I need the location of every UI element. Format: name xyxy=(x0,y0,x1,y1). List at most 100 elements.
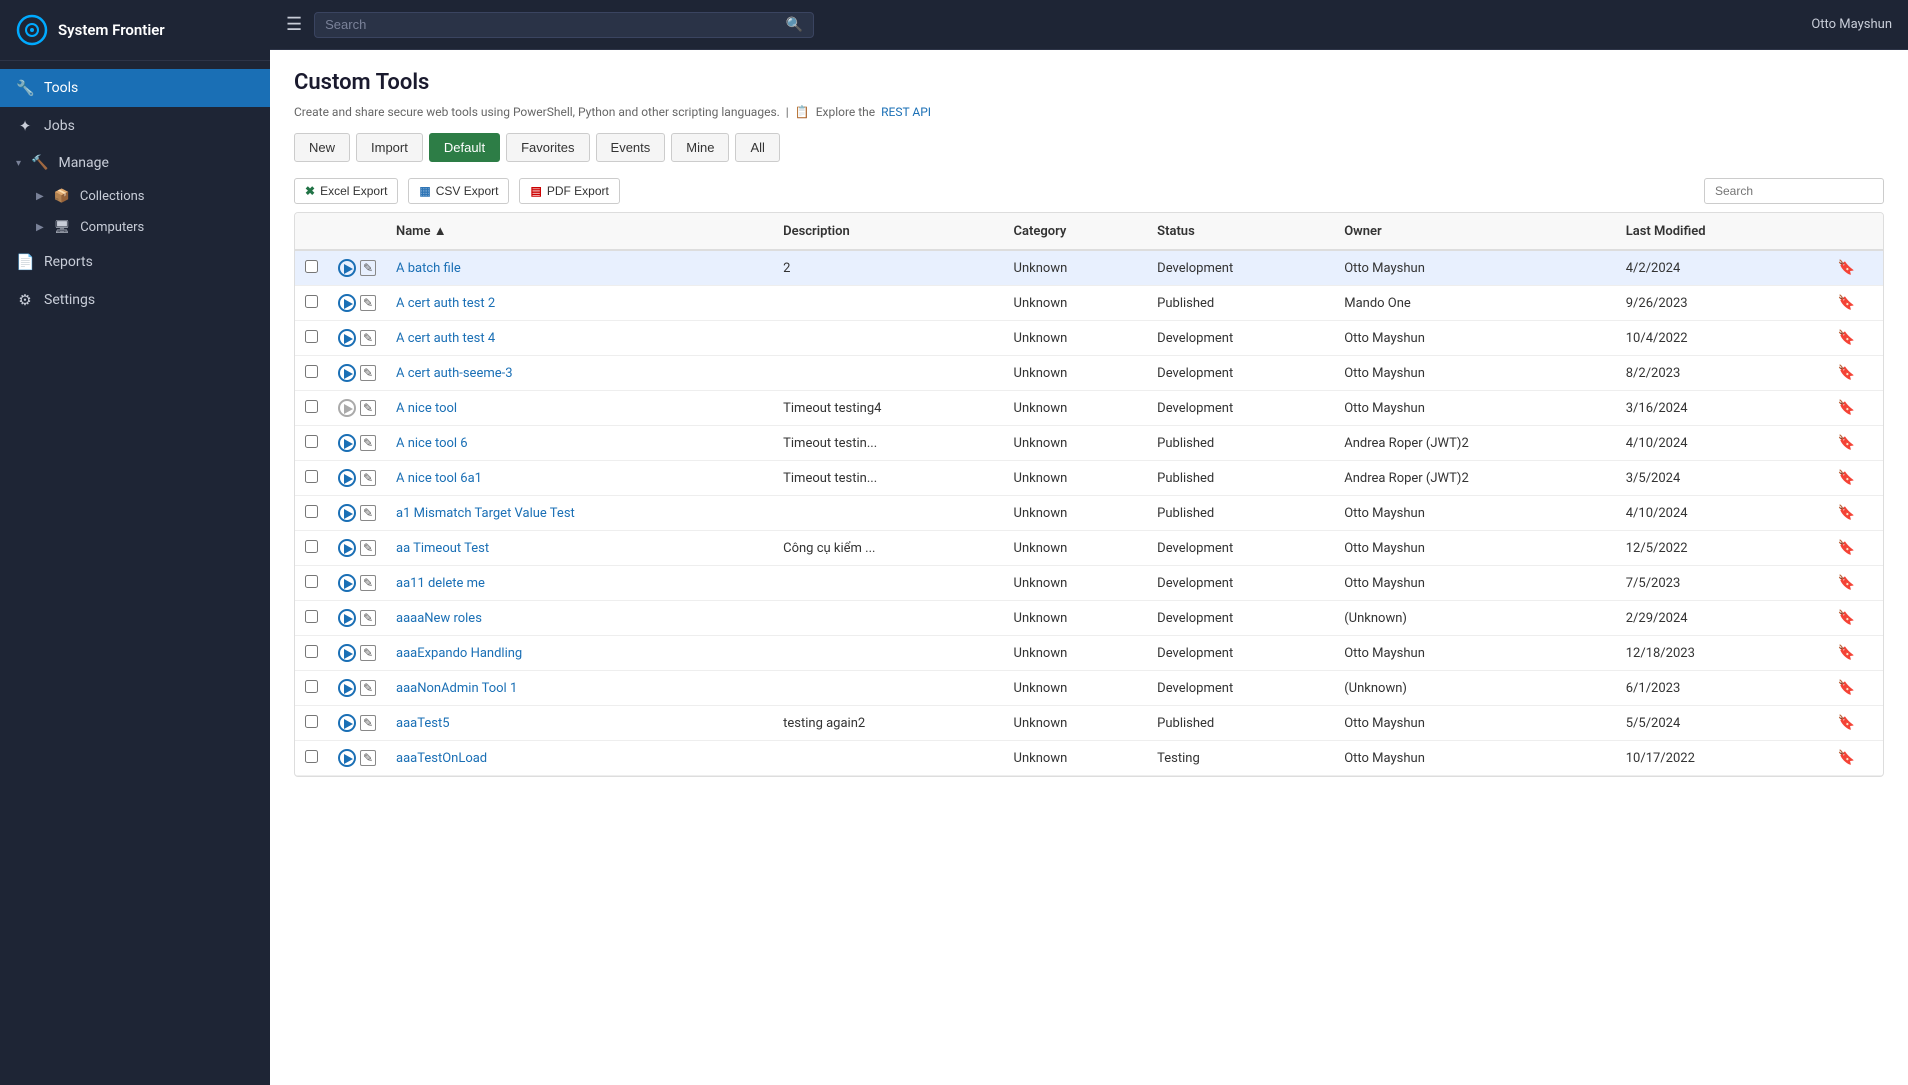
row-name[interactable]: A cert auth test 2 xyxy=(386,286,773,321)
row-checkbox[interactable] xyxy=(305,680,318,693)
edit-icon[interactable]: ✎ xyxy=(360,715,376,731)
row-checkbox[interactable] xyxy=(305,575,318,588)
row-bookmark[interactable]: 🔖 xyxy=(1810,531,1883,566)
row-name[interactable]: aaaNonAdmin Tool 1 xyxy=(386,671,773,706)
edit-icon[interactable]: ✎ xyxy=(360,400,376,416)
bookmark-icon[interactable]: 🔖 xyxy=(1838,400,1855,416)
play-button[interactable] xyxy=(338,644,356,662)
row-checkbox[interactable] xyxy=(305,645,318,658)
bookmark-icon[interactable]: 🔖 xyxy=(1838,540,1855,556)
row-name[interactable]: aaaaNew roles xyxy=(386,601,773,636)
play-button[interactable] xyxy=(338,539,356,557)
excel-export-button[interactable]: ✖ Excel Export xyxy=(294,178,398,204)
bookmark-icon[interactable]: 🔖 xyxy=(1838,260,1855,276)
sidebar-item-reports[interactable]: 📄 Reports xyxy=(0,243,270,281)
csv-export-button[interactable]: ▦ CSV Export xyxy=(408,178,509,204)
row-checkbox[interactable] xyxy=(305,295,318,308)
events-button[interactable]: Events xyxy=(596,133,666,162)
row-checkbox[interactable] xyxy=(305,330,318,343)
row-bookmark[interactable]: 🔖 xyxy=(1810,496,1883,531)
row-checkbox[interactable] xyxy=(305,400,318,413)
edit-icon[interactable]: ✎ xyxy=(360,260,376,276)
row-name[interactable]: A cert auth test 4 xyxy=(386,321,773,356)
sidebar-item-tools[interactable]: 🔧 Tools xyxy=(0,69,270,107)
play-button[interactable] xyxy=(338,294,356,312)
row-name[interactable]: A nice tool 6 xyxy=(386,426,773,461)
row-name[interactable]: aa Timeout Test xyxy=(386,531,773,566)
play-button[interactable] xyxy=(338,434,356,452)
row-bookmark[interactable]: 🔖 xyxy=(1810,391,1883,426)
play-button[interactable] xyxy=(338,609,356,627)
sidebar-item-settings[interactable]: ⚙ Settings xyxy=(0,281,270,319)
bookmark-icon[interactable]: 🔖 xyxy=(1838,505,1855,521)
pdf-export-button[interactable]: ▤ PDF Export xyxy=(519,178,619,204)
bookmark-icon[interactable]: 🔖 xyxy=(1838,575,1855,591)
edit-icon[interactable]: ✎ xyxy=(360,435,376,451)
row-bookmark[interactable]: 🔖 xyxy=(1810,601,1883,636)
col-owner[interactable]: Owner xyxy=(1334,213,1616,250)
edit-icon[interactable]: ✎ xyxy=(360,295,376,311)
edit-icon[interactable]: ✎ xyxy=(360,365,376,381)
row-bookmark[interactable]: 🔖 xyxy=(1810,461,1883,496)
play-button[interactable] xyxy=(338,504,356,522)
row-name[interactable]: A batch file xyxy=(386,250,773,286)
row-name[interactable]: aa11 delete me xyxy=(386,566,773,601)
bookmark-icon[interactable]: 🔖 xyxy=(1838,295,1855,311)
row-name[interactable]: aaaTest5 xyxy=(386,706,773,741)
sidebar-item-collections[interactable]: ▶ 📦 Collections xyxy=(0,181,270,212)
row-checkbox[interactable] xyxy=(305,505,318,518)
edit-icon[interactable]: ✎ xyxy=(360,750,376,766)
play-button[interactable] xyxy=(338,679,356,697)
sidebar-item-computers[interactable]: ▶ 🖥 Computers xyxy=(0,212,270,243)
row-bookmark[interactable]: 🔖 xyxy=(1810,706,1883,741)
col-last-modified[interactable]: Last Modified xyxy=(1616,213,1810,250)
play-button[interactable] xyxy=(338,329,356,347)
play-button[interactable] xyxy=(338,749,356,767)
bookmark-icon[interactable]: 🔖 xyxy=(1838,680,1855,696)
play-button[interactable] xyxy=(338,364,356,382)
row-name[interactable]: a1 Mismatch Target Value Test xyxy=(386,496,773,531)
default-button[interactable]: Default xyxy=(429,133,500,162)
row-checkbox[interactable] xyxy=(305,540,318,553)
row-bookmark[interactable]: 🔖 xyxy=(1810,671,1883,706)
row-checkbox[interactable] xyxy=(305,435,318,448)
mine-button[interactable]: Mine xyxy=(671,133,729,162)
edit-icon[interactable]: ✎ xyxy=(360,540,376,556)
edit-icon[interactable]: ✎ xyxy=(360,610,376,626)
sidebar-item-manage[interactable]: ▾ 🔨 Manage xyxy=(0,145,270,181)
rest-api-link[interactable]: REST API xyxy=(881,105,931,119)
row-checkbox[interactable] xyxy=(305,715,318,728)
edit-icon[interactable]: ✎ xyxy=(360,505,376,521)
row-name[interactable]: A nice tool xyxy=(386,391,773,426)
play-button[interactable] xyxy=(338,469,356,487)
col-description[interactable]: Description xyxy=(773,213,1003,250)
play-button[interactable] xyxy=(338,399,356,417)
row-bookmark[interactable]: 🔖 xyxy=(1810,426,1883,461)
new-button[interactable]: New xyxy=(294,133,350,162)
favorites-button[interactable]: Favorites xyxy=(506,133,589,162)
edit-icon[interactable]: ✎ xyxy=(360,470,376,486)
edit-icon[interactable]: ✎ xyxy=(360,330,376,346)
edit-icon[interactable]: ✎ xyxy=(360,680,376,696)
row-checkbox[interactable] xyxy=(305,365,318,378)
play-button[interactable] xyxy=(338,714,356,732)
row-checkbox[interactable] xyxy=(305,750,318,763)
row-name[interactable]: aaaExpando Handling xyxy=(386,636,773,671)
all-button[interactable]: All xyxy=(735,133,779,162)
row-checkbox[interactable] xyxy=(305,470,318,483)
import-button[interactable]: Import xyxy=(356,133,423,162)
bookmark-icon[interactable]: 🔖 xyxy=(1838,365,1855,381)
row-bookmark[interactable]: 🔖 xyxy=(1810,636,1883,671)
table-search-input[interactable] xyxy=(1704,178,1884,204)
bookmark-icon[interactable]: 🔖 xyxy=(1838,610,1855,626)
play-button[interactable] xyxy=(338,259,356,277)
row-checkbox[interactable] xyxy=(305,260,318,273)
row-name[interactable]: aaaTestOnLoad xyxy=(386,741,773,776)
play-button[interactable] xyxy=(338,574,356,592)
edit-icon[interactable]: ✎ xyxy=(360,645,376,661)
sidebar-item-jobs[interactable]: ✦ Jobs xyxy=(0,107,270,145)
bookmark-icon[interactable]: 🔖 xyxy=(1838,330,1855,346)
global-search-input[interactable] xyxy=(325,17,780,32)
edit-icon[interactable]: ✎ xyxy=(360,575,376,591)
hamburger-icon[interactable]: ☰ xyxy=(286,14,302,35)
